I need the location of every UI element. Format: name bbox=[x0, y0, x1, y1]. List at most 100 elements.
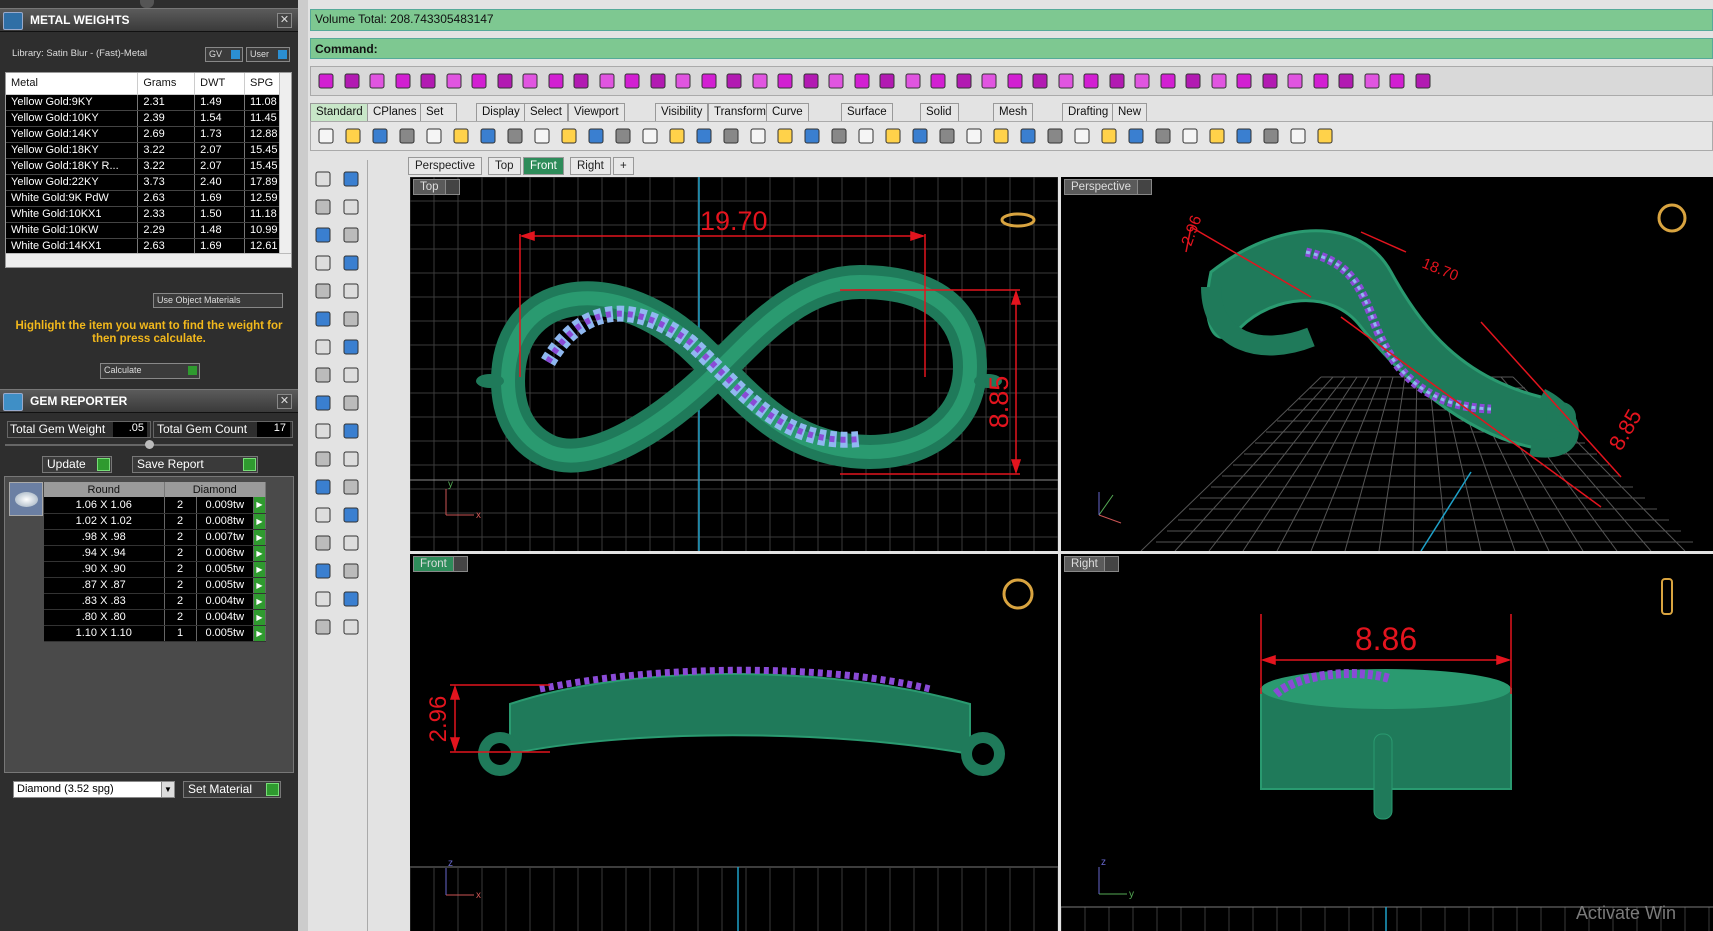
circle-icon[interactable] bbox=[312, 420, 334, 442]
pan-icon[interactable] bbox=[1071, 125, 1093, 147]
gem-row[interactable]: .83 X .83 2 0.004tw ▶ bbox=[44, 593, 266, 610]
open-icon[interactable] bbox=[1152, 125, 1174, 147]
viewport-perspective[interactable]: 2.96 18.70 8.85 Perspective bbox=[1061, 177, 1713, 551]
viewport-tab[interactable]: Perspective bbox=[408, 157, 483, 175]
use-object-materials-checkbox[interactable]: Use Object Materials bbox=[153, 293, 283, 308]
gem-select-arrow-icon[interactable]: ▶ bbox=[253, 625, 266, 642]
metal-row[interactable]: Yellow Gold:18KY R... 3.22 2.07 15.45 bbox=[6, 158, 281, 175]
jewelry-tool-icon[interactable] bbox=[978, 70, 1000, 92]
gv-toggle[interactable]: GV bbox=[205, 47, 243, 62]
toolbar-tab[interactable]: Drafting bbox=[1062, 103, 1115, 121]
metal-col-header[interactable]: Grams bbox=[137, 73, 196, 95]
metal-col-header[interactable]: DWT bbox=[194, 73, 245, 95]
copy-icon[interactable] bbox=[693, 125, 715, 147]
jewelry-tool-icon[interactable] bbox=[825, 70, 847, 92]
select-icon[interactable] bbox=[312, 504, 334, 526]
jewelry-tool-icon[interactable] bbox=[315, 70, 337, 92]
jewelry-tool-icon[interactable] bbox=[468, 70, 490, 92]
jewelry-tool-icon[interactable] bbox=[953, 70, 975, 92]
horizontal-scrollbar[interactable] bbox=[6, 253, 291, 267]
update-button[interactable]: Update bbox=[42, 456, 112, 473]
copy-icon[interactable] bbox=[1233, 125, 1255, 147]
jewelry-tool-icon[interactable] bbox=[1029, 70, 1051, 92]
gem-row[interactable]: .94 X .94 2 0.006tw ▶ bbox=[44, 545, 266, 562]
viewport-front[interactable]: 2.96 x z Front bbox=[410, 554, 1058, 931]
copy-icon[interactable] bbox=[423, 125, 445, 147]
array-icon[interactable] bbox=[340, 364, 362, 386]
print-icon[interactable] bbox=[1206, 125, 1228, 147]
user-toggle[interactable]: User bbox=[246, 47, 290, 62]
viewport-top[interactable]: 19.70 8.85 x y Top bbox=[410, 177, 1058, 551]
jewelry-tool-icon[interactable] bbox=[1233, 70, 1255, 92]
new-file-icon[interactable] bbox=[1125, 125, 1147, 147]
jewelry-tool-icon[interactable] bbox=[749, 70, 771, 92]
toolbar-tab[interactable]: Mesh Tools bbox=[993, 103, 1034, 135]
gem-select-arrow-icon[interactable]: ▶ bbox=[253, 609, 266, 626]
undo-icon[interactable] bbox=[774, 125, 796, 147]
metal-table[interactable]: Metal Grams DWT SPG Yellow Gold:9KY 2.31 1.49… bbox=[5, 72, 292, 268]
jewelry-tool-icon[interactable] bbox=[1361, 70, 1383, 92]
gem-select-arrow-icon[interactable]: ▶ bbox=[253, 513, 266, 530]
jewelry-tool-icon[interactable] bbox=[1182, 70, 1204, 92]
jewelry-tool-icon[interactable] bbox=[774, 70, 796, 92]
select-icon[interactable] bbox=[312, 392, 334, 414]
jewelry-tool-icon[interactable] bbox=[876, 70, 898, 92]
solid-icon[interactable] bbox=[312, 224, 334, 246]
transform-icon[interactable] bbox=[340, 224, 362, 246]
jewelry-tool-icon[interactable] bbox=[1412, 70, 1434, 92]
jewelry-tool-icon[interactable] bbox=[1310, 70, 1332, 92]
curve-icon[interactable] bbox=[340, 504, 362, 526]
undo-icon[interactable] bbox=[1314, 125, 1336, 147]
copy-icon[interactable] bbox=[963, 125, 985, 147]
new-file-icon[interactable] bbox=[855, 125, 877, 147]
command-line[interactable]: Command: bbox=[310, 38, 1713, 59]
polygon-icon[interactable] bbox=[340, 308, 362, 330]
gem-row[interactable]: .80 X .80 2 0.004tw ▶ bbox=[44, 609, 266, 626]
select-icon[interactable] bbox=[312, 280, 334, 302]
toolbar-tab[interactable]: CPlanes bbox=[367, 103, 423, 121]
gem-row[interactable]: .90 X .90 2 0.005tw ▶ bbox=[44, 561, 266, 578]
jewelry-tool-icon[interactable] bbox=[545, 70, 567, 92]
jewelry-tool-icon[interactable] bbox=[927, 70, 949, 92]
jewelry-tool-icon[interactable] bbox=[417, 70, 439, 92]
jewelry-tool-icon[interactable] bbox=[1335, 70, 1357, 92]
open-icon[interactable] bbox=[342, 125, 364, 147]
toolbar-tab[interactable]: Surface Tools bbox=[841, 103, 893, 135]
jewelry-tool-icon[interactable] bbox=[1080, 70, 1102, 92]
jewelry-tool-icon[interactable] bbox=[1208, 70, 1230, 92]
undo-icon[interactable] bbox=[504, 125, 526, 147]
toolbar-tab[interactable]: Transform bbox=[708, 103, 772, 121]
viewport-tab[interactable]: Front bbox=[523, 157, 564, 175]
polygon-icon[interactable] bbox=[340, 532, 362, 554]
jewelry-tool-icon[interactable] bbox=[1259, 70, 1281, 92]
viewport-right[interactable]: 8.86 y z Activate Win Right bbox=[1061, 554, 1713, 931]
toolbar-tab[interactable]: Select bbox=[524, 103, 568, 121]
metal-row[interactable]: Yellow Gold:14KY 2.69 1.73 12.88 bbox=[6, 126, 281, 143]
toolbar-tab[interactable]: Display bbox=[476, 103, 526, 121]
jewelry-tool-icon[interactable] bbox=[494, 70, 516, 92]
gem-select-arrow-icon[interactable]: ▶ bbox=[253, 497, 266, 514]
save-icon[interactable] bbox=[639, 125, 661, 147]
toolbar-tab[interactable]: Visibility bbox=[655, 103, 709, 121]
select-icon[interactable] bbox=[312, 168, 334, 190]
jewelry-tool-icon[interactable] bbox=[366, 70, 388, 92]
splitter-handle[interactable] bbox=[145, 440, 154, 449]
gem-row[interactable]: 1.06 X 1.06 2 0.009tw ▶ bbox=[44, 497, 266, 514]
jewelry-tool-icon[interactable] bbox=[443, 70, 465, 92]
toolbar-tab[interactable]: Set View bbox=[420, 103, 457, 135]
metal-row[interactable]: Yellow Gold:10KY 2.39 1.54 11.45 bbox=[6, 110, 281, 127]
cut-icon[interactable] bbox=[450, 125, 472, 147]
panel-grip[interactable] bbox=[140, 0, 154, 8]
array-icon[interactable] bbox=[340, 588, 362, 610]
gem-table[interactable]: Round Diamond 1.06 X 1.06 2 0.009tw ▶ 1.02 X … bbox=[44, 482, 266, 642]
solid-icon[interactable] bbox=[312, 560, 334, 582]
jewelry-tool-icon[interactable] bbox=[723, 70, 745, 92]
circle-icon[interactable] bbox=[312, 196, 334, 218]
close-icon[interactable]: ✕ bbox=[277, 394, 292, 409]
toolbar-tab[interactable]: Curve Tools bbox=[766, 103, 809, 135]
calculate-button[interactable]: Calculate bbox=[100, 363, 200, 379]
print-icon[interactable] bbox=[396, 125, 418, 147]
metal-row[interactable]: White Gold:14KX1 2.63 1.69 12.61 bbox=[6, 238, 281, 255]
jewelry-tool-icon[interactable] bbox=[1284, 70, 1306, 92]
viewport-tab[interactable]: Top bbox=[488, 157, 521, 175]
